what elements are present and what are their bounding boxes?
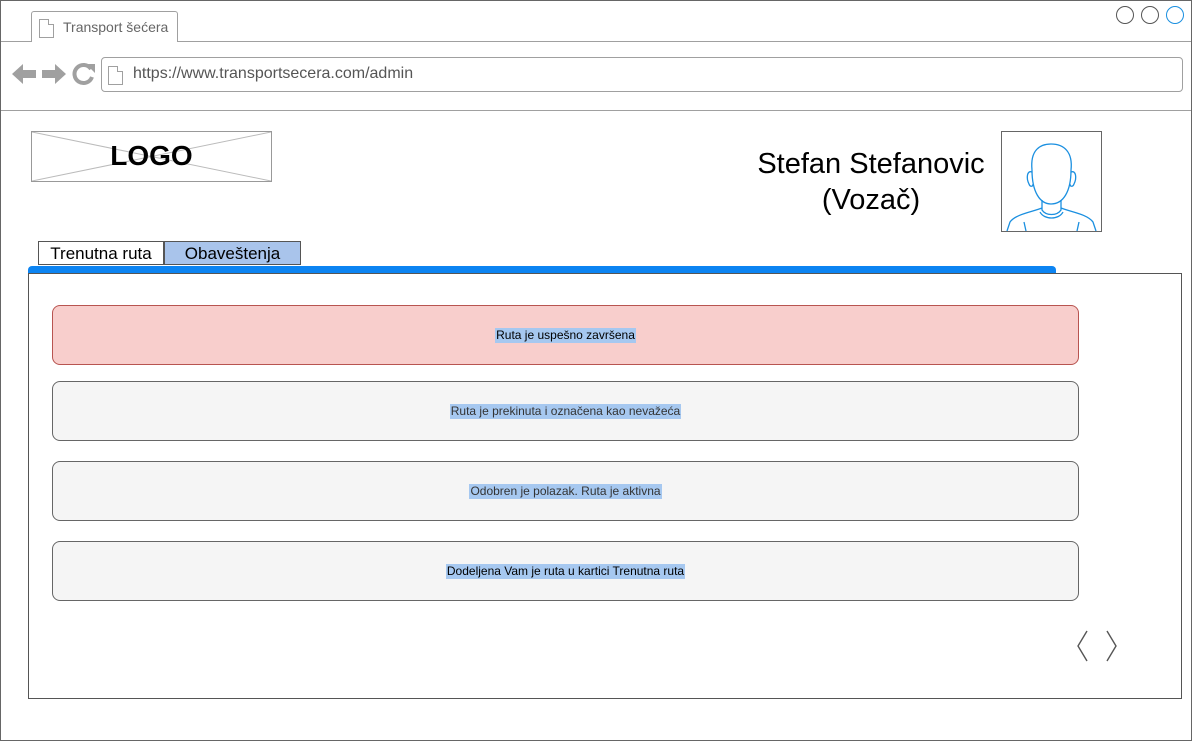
reload-icon[interactable] — [72, 62, 96, 86]
maximize-button[interactable] — [1141, 6, 1159, 24]
page-icon — [39, 19, 54, 38]
notification-text: Odobren je polazak. Ruta je aktivna — [469, 483, 662, 499]
url-text: https://www.transportsecera.com/admin — [133, 65, 414, 82]
notification-item[interactable]: Dodeljena Vam je ruta u kartici Trenutna… — [52, 541, 1079, 601]
chevron-right-icon[interactable] — [1105, 630, 1119, 662]
close-button[interactable] — [1166, 6, 1184, 24]
notification-text: Ruta je prekinuta i označena kao nevažeć… — [449, 403, 682, 419]
notification-item[interactable]: Ruta je uspešno završena — [52, 305, 1079, 365]
user-name: Stefan Stefanovic — [757, 148, 985, 180]
user-avatar-icon — [1006, 143, 1097, 232]
avatar[interactable] — [1001, 131, 1102, 232]
user-info: Stefan Stefanovic (Vozač) — [741, 146, 1001, 218]
back-arrow-icon[interactable] — [11, 62, 37, 86]
active-tab-indicator — [28, 266, 1056, 273]
browser-tabstrip: Transport šećera — [1, 1, 1191, 42]
notification-text: Ruta je uspešno završena — [495, 327, 636, 343]
notification-item[interactable]: Odobren je polazak. Ruta je aktivna — [52, 461, 1079, 521]
address-bar[interactable]: https://www.transportsecera.com/admin — [101, 57, 1183, 92]
minimize-button[interactable] — [1116, 6, 1134, 24]
browser-tab-title: Transport šećera — [63, 19, 169, 35]
browser-nav-bar: https://www.transportsecera.com/admin — [1, 42, 1191, 111]
notification-text: Dodeljena Vam je ruta u kartici Trenutna… — [445, 563, 686, 579]
user-role: (Vozač) — [821, 184, 921, 216]
logo: LOGO — [31, 131, 272, 182]
tab-trenutna-ruta[interactable]: Trenutna ruta — [38, 241, 164, 265]
chevron-left-icon[interactable] — [1075, 630, 1089, 662]
forward-arrow-icon[interactable] — [41, 62, 67, 86]
tab-obavestenja[interactable]: Obaveštenja — [164, 241, 301, 265]
page-icon — [108, 66, 123, 85]
browser-tab[interactable]: Transport šećera — [31, 11, 178, 42]
notification-item[interactable]: Ruta je prekinuta i označena kao nevažeć… — [52, 381, 1079, 441]
browser-window: Transport šećera https://www.transportse… — [0, 0, 1192, 741]
logo-text: LOGO — [110, 140, 193, 171]
